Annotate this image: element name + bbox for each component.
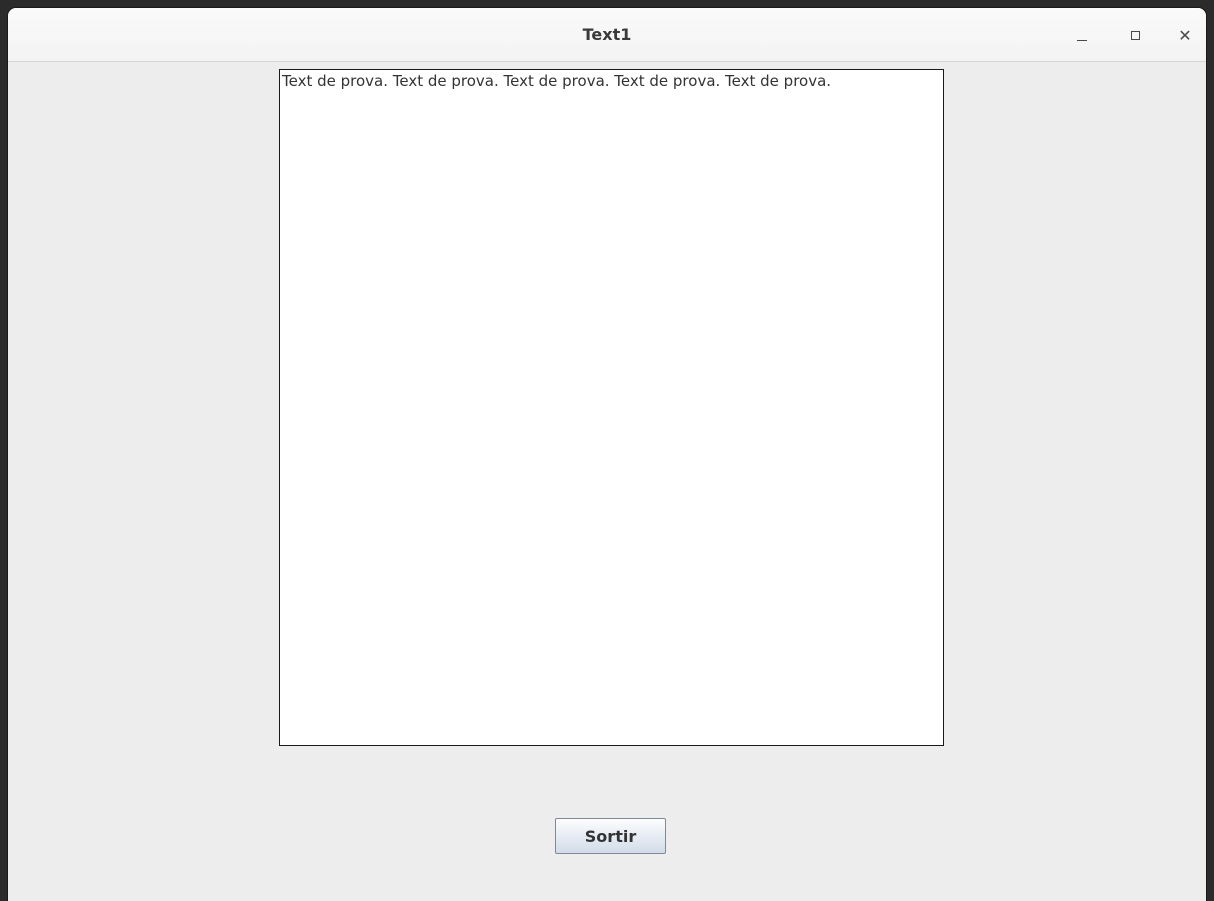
minimize-icon (1077, 39, 1087, 41)
app-window: Text1 ✕ Text de prova. Text de prova. Te… (8, 8, 1206, 901)
title-bar[interactable]: Text1 ✕ (8, 8, 1206, 62)
maximize-icon (1130, 30, 1140, 40)
maximize-button[interactable] (1121, 21, 1149, 49)
window-title: Text1 (582, 25, 632, 44)
sortir-button[interactable]: Sortir (555, 818, 666, 854)
text-area[interactable]: Text de prova. Text de prova. Text de pr… (279, 69, 944, 746)
close-icon: ✕ (1178, 25, 1192, 45)
close-button[interactable]: ✕ (1171, 21, 1199, 49)
minimize-button[interactable] (1068, 21, 1096, 49)
